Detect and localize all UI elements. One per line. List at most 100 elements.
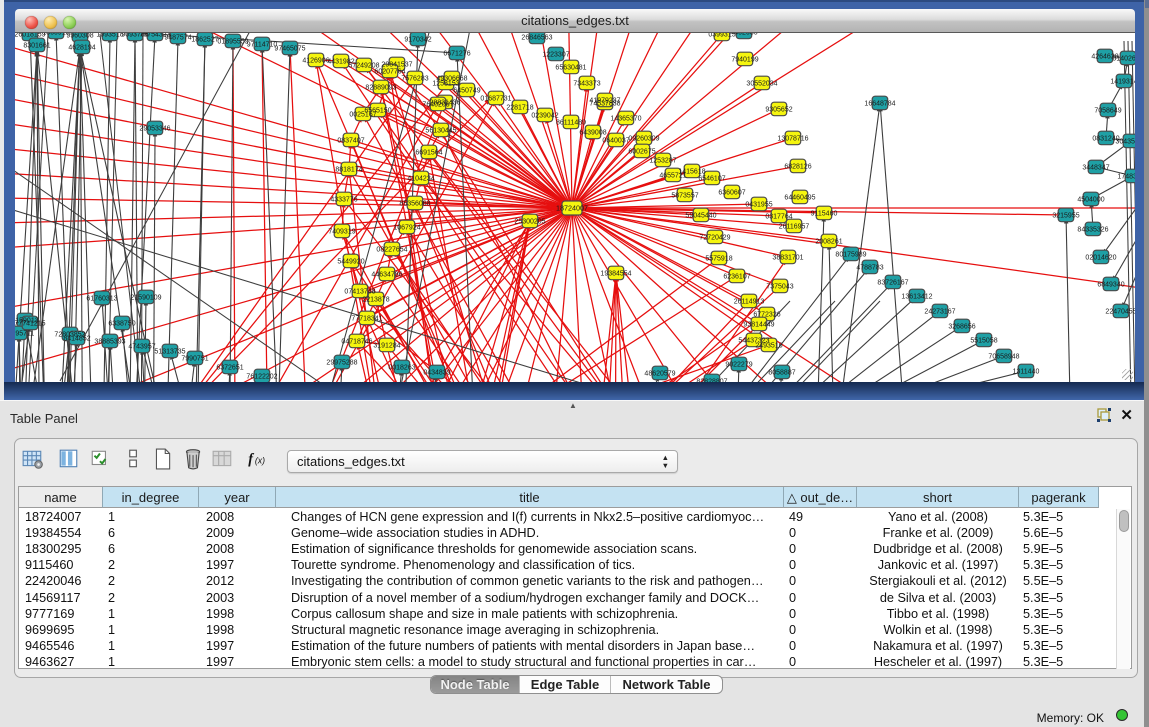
svg-text:7990751: 7990751 (181, 355, 208, 362)
svg-text:2281718: 2281718 (506, 104, 533, 111)
svg-text:6236107: 6236107 (723, 273, 750, 280)
svg-text:18724007: 18724007 (556, 204, 588, 213)
svg-text:76122202: 76122202 (246, 373, 277, 380)
svg-text:6360607: 6360607 (718, 189, 745, 196)
svg-text:3448347: 3448347 (1082, 164, 1109, 171)
svg-text:6849340: 6849340 (1097, 281, 1124, 288)
svg-text:13078716: 13078716 (777, 135, 808, 142)
svg-text:9960308: 9960308 (66, 33, 93, 39)
svg-text:30552034: 30552034 (746, 80, 777, 87)
svg-text:7058649: 7058649 (1094, 107, 1121, 114)
svg-text:9022279: 9022279 (725, 361, 752, 368)
svg-text:01895559: 01895559 (217, 38, 248, 45)
svg-text:6450749: 6450749 (453, 87, 480, 94)
svg-text:4126906: 4126906 (302, 57, 329, 64)
svg-text:8414852: 8414852 (63, 335, 90, 342)
svg-text:f: f (248, 451, 254, 467)
svg-text:13613412: 13613412 (901, 293, 932, 300)
svg-text:1253287: 1253287 (649, 157, 676, 164)
svg-text:29975288: 29975288 (326, 359, 357, 366)
svg-text:(x): (x) (255, 455, 265, 465)
svg-text:1067924: 1067924 (393, 224, 420, 231)
svg-text:84335326: 84335326 (1077, 226, 1108, 233)
svg-text:09260309: 09260309 (628, 135, 659, 142)
svg-text:26114913: 26114913 (734, 298, 765, 305)
svg-text:4333776: 4333776 (330, 196, 357, 203)
svg-text:1415618: 1415618 (678, 168, 705, 175)
svg-text:6772326: 6772326 (753, 311, 780, 318)
svg-text:8301661: 8301661 (23, 42, 50, 49)
svg-text:7409319: 7409319 (328, 228, 355, 235)
svg-text:0239042: 0239042 (531, 112, 558, 119)
svg-text:1993518: 1993518 (96, 33, 123, 38)
svg-text:3191284: 3191284 (373, 342, 400, 349)
svg-text:25300205: 25300205 (514, 218, 545, 225)
svg-text:9170342: 9170342 (404, 36, 431, 43)
svg-text:29053346: 29053346 (139, 125, 170, 132)
svg-text:5575918: 5575918 (705, 255, 732, 262)
svg-text:9305652: 9305652 (765, 106, 792, 113)
svg-text:6439008: 6439008 (579, 129, 606, 136)
svg-text:7375043: 7375043 (766, 283, 793, 290)
svg-text:6828126: 6828126 (784, 163, 811, 170)
svg-text:24595711: 24595711 (15, 330, 34, 337)
svg-text:51313735: 51313735 (154, 348, 185, 355)
svg-text:0317764: 0317764 (765, 213, 792, 220)
svg-text:6372651: 6372651 (216, 364, 243, 371)
svg-text:02014620: 02014620 (1085, 254, 1116, 261)
svg-text:26846563: 26846563 (521, 34, 552, 41)
svg-text:6691564: 6691564 (415, 149, 442, 156)
svg-text:5515058: 5515058 (970, 337, 997, 344)
svg-text:2493516: 2493516 (755, 342, 782, 349)
svg-text:65630481: 65630481 (555, 64, 586, 71)
svg-text:0434839: 0434839 (423, 369, 450, 376)
svg-text:17483380: 17483380 (1117, 173, 1135, 180)
svg-text:76402067: 76402067 (422, 101, 453, 108)
svg-text:2213878: 2213878 (362, 296, 389, 303)
svg-text:1311440: 1311440 (1013, 368, 1040, 375)
svg-text:77741215: 77741215 (15, 320, 46, 327)
svg-text:9487574: 9487574 (164, 34, 191, 41)
svg-text:59045440: 59045440 (685, 212, 716, 219)
svg-text:7343373: 7343373 (573, 80, 600, 87)
svg-text:21590109: 21590109 (130, 294, 161, 301)
svg-text:14365370: 14365370 (610, 115, 641, 122)
svg-text:97114710: 97114710 (247, 41, 278, 48)
svg-text:6671276: 6671276 (443, 50, 470, 57)
svg-text:49306668: 49306668 (436, 75, 467, 82)
svg-text:83726167: 83726167 (877, 279, 908, 286)
svg-text:29841537: 29841537 (381, 61, 412, 68)
svg-text:7576283: 7576283 (401, 75, 428, 82)
svg-text:22470455: 22470455 (1105, 308, 1135, 315)
svg-text:85356068: 85356068 (399, 200, 430, 207)
svg-text:41979237: 41979237 (589, 97, 620, 104)
svg-text:4104234: 4104234 (407, 175, 434, 182)
svg-text:38831701: 38831701 (772, 254, 803, 261)
svg-text:3215955: 3215955 (1052, 212, 1079, 219)
svg-text:80175989: 80175989 (835, 251, 866, 258)
svg-text:8058887: 8058887 (768, 369, 795, 376)
svg-text:04718746: 04718746 (341, 338, 372, 345)
svg-text:24273167: 24273167 (924, 308, 955, 315)
svg-text:56130445: 56130445 (425, 127, 456, 134)
svg-text:01687731: 01687731 (480, 95, 511, 102)
svg-text:6002675: 6002675 (628, 148, 655, 155)
svg-text:26018159: 26018159 (15, 33, 46, 38)
svg-text:72720429: 72720429 (699, 234, 730, 241)
svg-text:86111489: 86111489 (556, 119, 586, 126)
svg-text:1223307: 1223307 (542, 51, 569, 58)
svg-text:19384554: 19384554 (600, 270, 631, 277)
svg-text:64460495: 64460495 (784, 194, 815, 201)
svg-text:3268656: 3268656 (948, 323, 975, 330)
svg-text:97465075: 97465075 (274, 45, 305, 52)
svg-text:61760313: 61760313 (86, 295, 117, 302)
svg-text:6565150: 6565150 (364, 107, 391, 114)
svg-text:93814449: 93814449 (743, 321, 774, 328)
svg-text:4743957: 4743957 (128, 343, 155, 350)
svg-text:30435205: 30435205 (1115, 138, 1135, 145)
svg-text:51402614: 51402614 (1112, 55, 1135, 62)
svg-text:4628194: 4628194 (68, 44, 95, 51)
svg-text:5873557: 5873557 (671, 192, 698, 199)
svg-text:9115460: 9115460 (811, 210, 838, 217)
svg-text:82889093: 82889093 (365, 84, 396, 91)
